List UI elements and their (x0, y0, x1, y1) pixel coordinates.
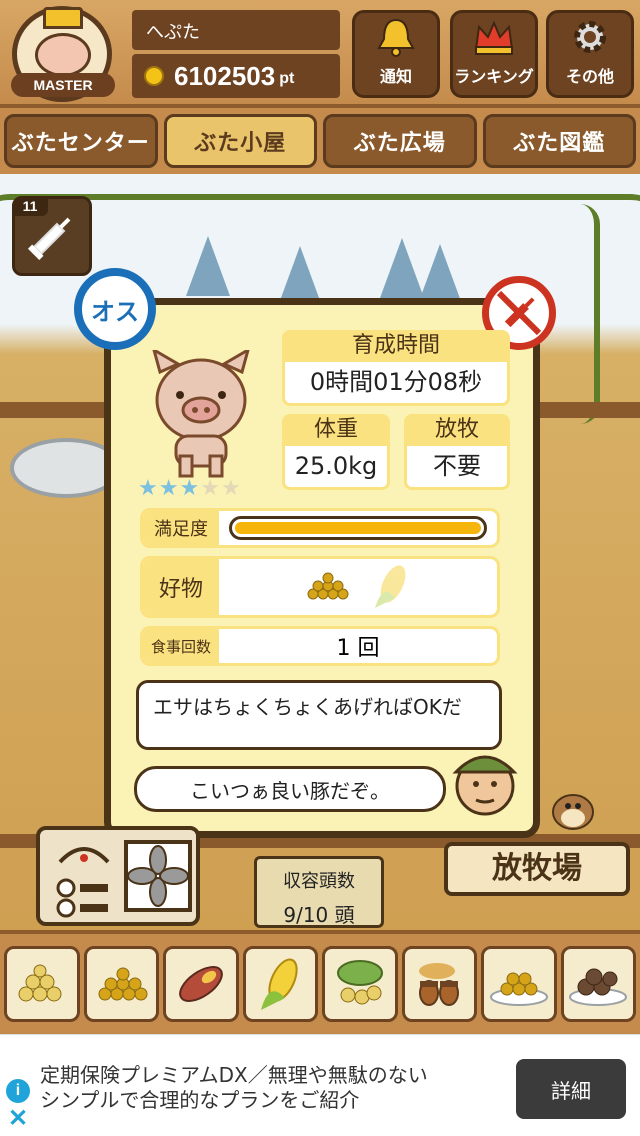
gender-label: オス (91, 297, 139, 326)
points-value: 6102503 (174, 60, 276, 91)
star-empty-icon: ★ (220, 476, 242, 501)
food-slot-soybean[interactable] (4, 946, 80, 1022)
farmer-avatar-icon (452, 755, 518, 816)
meal-count-value: 1 回 (336, 636, 380, 661)
grazing-label: 放牧 (404, 414, 510, 446)
star-empty-icon: ★ (200, 476, 221, 501)
close-icon[interactable]: ✕ (6, 1107, 30, 1131)
coin-icon (144, 66, 164, 86)
player-name: へぷた (132, 10, 340, 50)
meal-count-row: 食事回数 1 回 (140, 626, 500, 666)
ranking-button[interactable]: ランキング (450, 10, 538, 98)
ad-text: 定期保険プレミアムDX／無理や無駄のない シンプルで合理的なプランをご紹介 (40, 1063, 500, 1113)
crown-icon (474, 20, 514, 55)
syringe-icon (27, 217, 71, 261)
other-button[interactable]: その他 (546, 10, 634, 98)
ad-detail-button[interactable]: 詳細 (516, 1059, 626, 1119)
ad-banner[interactable]: i ✕ 定期保険プレミアムDX／無理や無駄のない シンプルで合理的なプランをご紹… (0, 1034, 640, 1136)
other-label: その他 (565, 67, 614, 86)
star-filled-icon: ★ (179, 476, 201, 501)
tab-buta-koya[interactable]: ぶた小屋 (163, 114, 317, 168)
meal-count-label: 食事回数 (143, 629, 219, 663)
corn-icon (375, 565, 406, 608)
grain-icon (98, 967, 148, 1001)
capacity-sign: 収容頭数 9/10 頭 (254, 856, 384, 928)
main-tabs: ぶたセンター ぶた小屋 ぶた広場 ぶた図鑑 (0, 108, 640, 174)
food-slot-corn[interactable] (242, 946, 318, 1022)
tab-buta-hiroba[interactable]: ぶた広場 (323, 114, 477, 168)
weight-label: 体重 (282, 414, 390, 446)
master-badge[interactable]: MASTER (11, 6, 115, 102)
ranking-label: ランキング (454, 67, 534, 86)
growth-time-label: 育成時間 (282, 330, 510, 362)
sparrow-icon (552, 794, 594, 830)
bell-icon (377, 18, 415, 57)
vine-post (560, 204, 600, 424)
barn-control-panel[interactable] (36, 826, 200, 926)
farmer-message-1: エサはちょくちょくあげればOKだ (136, 680, 502, 750)
points-display: 6102503 pt (132, 54, 340, 98)
sweet-potato-icon (178, 966, 223, 1002)
favorite-label: 好物 (143, 559, 219, 615)
food-slot-sweet-potato[interactable] (163, 946, 239, 1022)
capacity-value: 9/10 頭 (283, 903, 355, 927)
satisfaction-label: 満足度 (143, 511, 219, 545)
tab-buta-center[interactable]: ぶたセンター (4, 114, 158, 168)
grazing-value: 不要 (404, 446, 510, 490)
food-slot-grain-plate[interactable] (481, 946, 557, 1022)
grain-plate-icon (489, 972, 548, 1006)
vegetable-icon (336, 960, 383, 1005)
soybean-icon (18, 964, 62, 1002)
rarity-stars: ★★★★★ (138, 476, 242, 501)
badge-label: MASTER (11, 73, 115, 97)
info-icon[interactable]: i (6, 1079, 30, 1103)
star-filled-icon: ★ (138, 476, 159, 501)
acorn-icon (419, 963, 460, 1006)
food-slot-vegetable[interactable] (322, 946, 398, 1022)
satisfaction-bar (229, 516, 487, 540)
pig-illustration[interactable] (146, 350, 256, 478)
pig-face-icon (35, 33, 91, 77)
star-filled-icon: ★ (158, 476, 180, 501)
favorite-food-row: 好物 (140, 556, 500, 618)
corn-icon (261, 958, 298, 1010)
meatball-plate-icon (569, 968, 628, 1006)
food-slot-grain[interactable] (83, 946, 159, 1022)
fan-icon (124, 840, 192, 912)
thermometer-gauge-icon (56, 847, 110, 918)
farmer-message-2: こいつぁ良い豚だぞ。 (134, 766, 446, 812)
crown-icon (43, 7, 83, 29)
notification-button[interactable]: 通知 (352, 10, 440, 98)
food-slot-meatball-plate[interactable] (560, 946, 636, 1022)
satisfaction-bar-fill (235, 522, 481, 534)
food-bar (0, 930, 640, 1034)
capacity-label: 収容頭数 (283, 871, 355, 892)
header-bar: MASTER へぷた 6102503 pt 通知 ランキング その他 (0, 0, 640, 108)
ad-text-line1: 定期保険プレミアムDX／無理や無駄のない (40, 1063, 428, 1087)
grain-icon (307, 572, 349, 600)
pasture-button[interactable]: 放牧場 (444, 842, 630, 896)
male-gender-badge: オス (74, 268, 156, 350)
weight-value: 25.0kg (282, 446, 390, 490)
ad-text-line2: シンプルで合理的なプランをご紹介 (40, 1088, 360, 1112)
food-slot-acorn[interactable] (401, 946, 477, 1022)
tab-buta-zukan[interactable]: ぶた図鑑 (482, 114, 636, 168)
injection-count: 11 (12, 196, 48, 216)
growth-time-value: 0時間01分08秒 (282, 362, 510, 406)
satisfaction-row: 満足度 (140, 508, 500, 548)
gear-icon (574, 21, 606, 53)
points-unit: pt (279, 70, 295, 87)
notification-label: 通知 (379, 67, 412, 86)
